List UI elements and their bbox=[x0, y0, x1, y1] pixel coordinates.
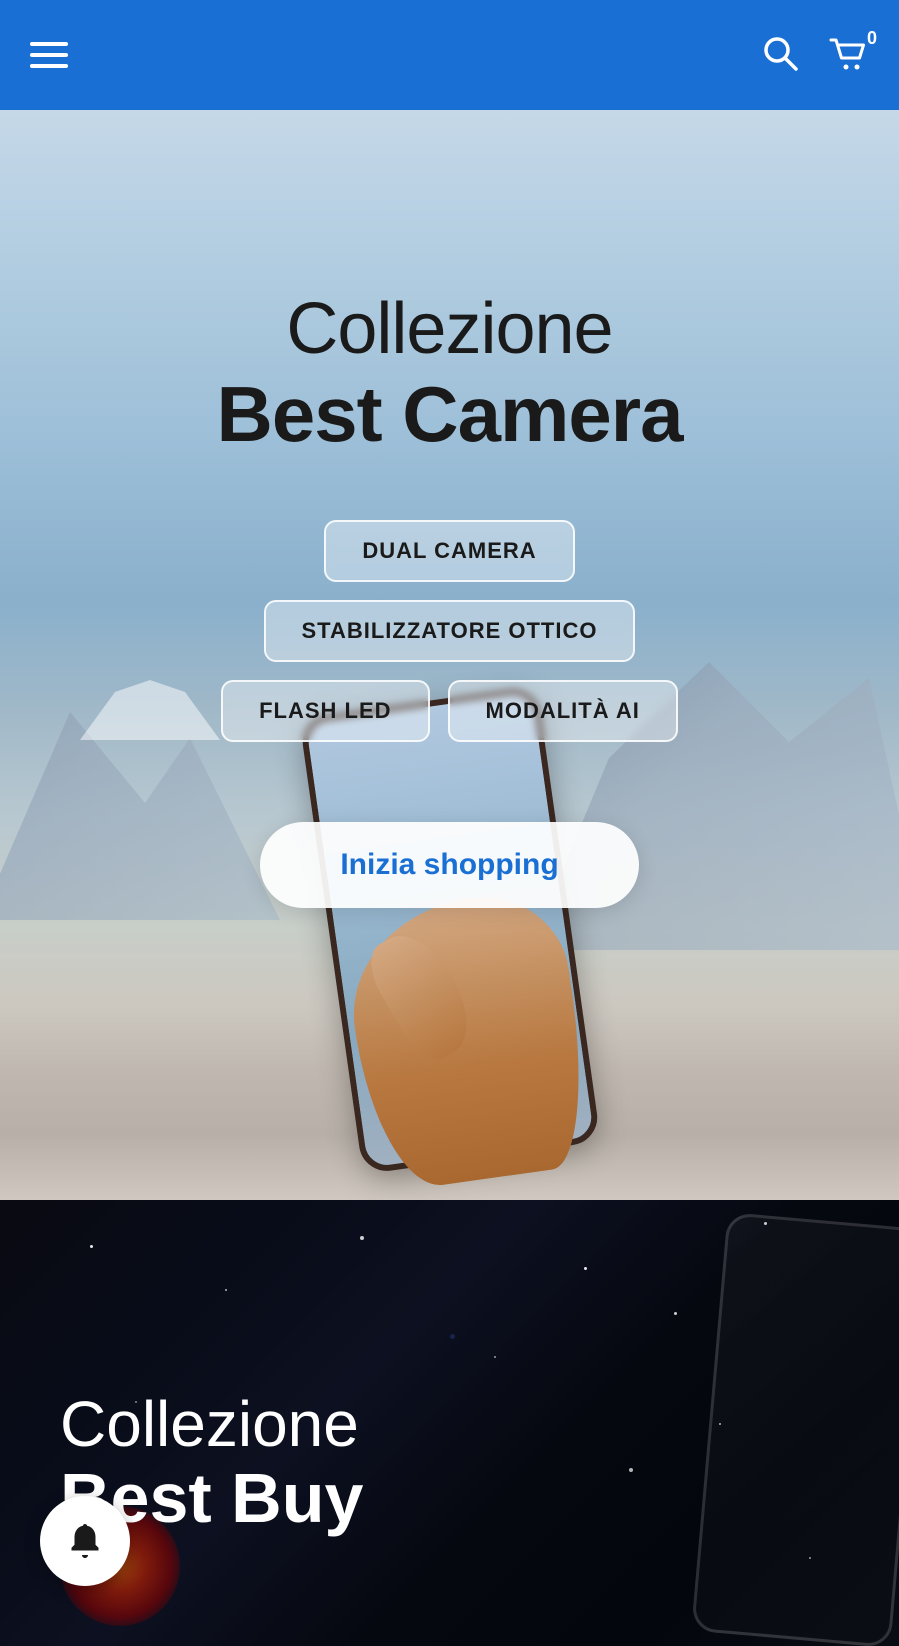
badge-flash-led: FLASH LED bbox=[221, 680, 429, 742]
phone-silhouette bbox=[691, 1212, 899, 1646]
hero-title-bold: Best Camera bbox=[217, 369, 683, 460]
search-button[interactable] bbox=[761, 34, 799, 77]
badge-row-1: DUAL CAMERA bbox=[324, 520, 574, 582]
badge-stabilizzatore: STABILIZZATORE OTTICO bbox=[264, 600, 636, 662]
cta-button[interactable]: Inizia shopping bbox=[260, 822, 638, 908]
bell-icon bbox=[64, 1520, 106, 1562]
hero-section: Collezione Best Camera DUAL CAMERA STABI… bbox=[0, 110, 899, 1200]
second-title-light: Collezione bbox=[60, 1389, 363, 1459]
badge-row-2: STABILIZZATORE OTTICO bbox=[264, 600, 636, 662]
menu-button[interactable] bbox=[30, 42, 68, 68]
second-section: Collezione Best Buy bbox=[0, 1200, 899, 1646]
search-icon bbox=[761, 34, 799, 72]
badge-modalita-ai: MODALITÀ AI bbox=[448, 680, 678, 742]
cart-icon bbox=[827, 34, 869, 72]
cart-count: 0 bbox=[867, 28, 877, 49]
second-section-content: Collezione Best Buy bbox=[0, 1309, 363, 1536]
badge-row-3: FLASH LED MODALITÀ AI bbox=[221, 680, 678, 742]
feature-badges: DUAL CAMERA STABILIZZATORE OTTICO FLASH … bbox=[221, 520, 678, 742]
hero-title-light: Collezione bbox=[286, 290, 612, 369]
header: 0 bbox=[0, 0, 899, 110]
header-left bbox=[30, 42, 68, 68]
cart-button[interactable]: 0 bbox=[827, 34, 869, 77]
badge-dual-camera: DUAL CAMERA bbox=[324, 520, 574, 582]
notification-button[interactable] bbox=[40, 1496, 130, 1586]
header-right: 0 bbox=[761, 34, 869, 77]
hero-content: Collezione Best Camera DUAL CAMERA STABI… bbox=[0, 110, 899, 908]
